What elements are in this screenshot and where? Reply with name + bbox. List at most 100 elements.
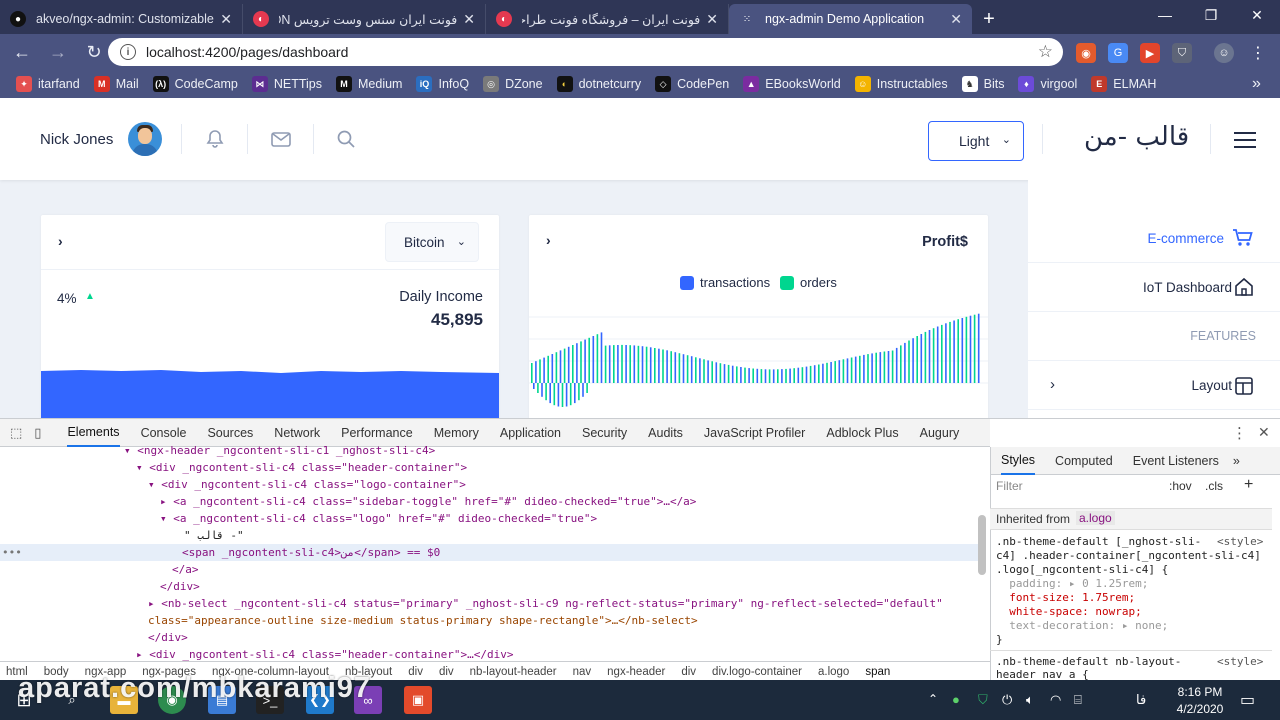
clock-date[interactable]: 4/2/2020	[1168, 702, 1232, 716]
bookmark-virgool[interactable]: ♦ virgool	[1018, 76, 1077, 92]
forward-arrow-icon[interactable]: →	[42, 36, 74, 68]
close-icon[interactable]: ✕	[950, 11, 962, 28]
sidebar-item-iot-dashboard[interactable]: IoT Dashboard	[1028, 264, 1280, 312]
user-name[interactable]: Nick Jones	[40, 131, 113, 148]
maximize-icon[interactable]: ❐	[1188, 0, 1234, 30]
css-rule-line[interactable]: c4] .header-container[_ngcontent-sli-c4]	[996, 549, 1261, 563]
tab-application[interactable]: Application	[500, 426, 561, 440]
app-icon[interactable]: ▣	[404, 686, 432, 714]
dom-line[interactable]: </a>	[172, 561, 199, 578]
info-icon[interactable]: i	[120, 44, 136, 60]
inspect-icon[interactable]: ⬚	[10, 425, 22, 441]
bookmark-mail[interactable]: M Mail	[93, 76, 139, 92]
tab-event-listeners[interactable]: Event Listeners	[1133, 454, 1219, 468]
devtools-close-icon[interactable]: ✕	[1258, 424, 1270, 441]
breadcrumb-item[interactable]: ngx-header	[607, 666, 665, 678]
tab-styles[interactable]: Styles	[1001, 447, 1036, 475]
browser-tab-3[interactable]: ◐ فونت ایران – فروشگاه فونت طراحی ✕	[486, 4, 729, 34]
css-property-text-decoration[interactable]: text-decoration: ▸ none;	[996, 619, 1168, 633]
shield-icon[interactable]: ⛉	[1172, 43, 1192, 63]
styles-filter-input[interactable]: Filter	[996, 479, 1156, 495]
close-icon[interactable]: ✕	[706, 11, 718, 28]
tab-console[interactable]: Console	[141, 426, 187, 440]
tab-sources[interactable]: Sources	[207, 426, 253, 440]
devtools-menu-dots-icon[interactable]: ⋮	[1232, 424, 1247, 442]
dom-line[interactable]: class="appearance-outline size-medium st…	[148, 612, 698, 629]
window-close-icon[interactable]: ✕	[1234, 0, 1280, 30]
browser-tab-2[interactable]: ◐ فونت ایران سنس وست ترویس DN ✕	[243, 4, 486, 34]
dom-scrollbar[interactable]	[978, 515, 986, 575]
menu-toggle-icon[interactable]	[1234, 132, 1256, 148]
tab-performance[interactable]: Performance	[341, 426, 413, 440]
url-field[interactable]: i localhost:4200/pages/dashboard ☆	[108, 38, 1063, 66]
currency-select[interactable]: Bitcoin ⌄	[385, 222, 479, 262]
sidebar-item-layout[interactable]: › Layout	[1028, 362, 1280, 410]
chevron-right-icon[interactable]: ›	[58, 233, 63, 249]
star-icon[interactable]: ☆	[1038, 42, 1053, 62]
css-source-link[interactable]: <style>	[1217, 655, 1263, 668]
more-bookmarks-icon[interactable]: »	[1252, 75, 1261, 93]
clock-time[interactable]: 8:16 PM	[1170, 685, 1230, 699]
add-rule-icon[interactable]: +	[1244, 476, 1253, 494]
bookmark-medium[interactable]: M Medium	[336, 76, 402, 92]
tab-memory[interactable]: Memory	[434, 426, 479, 440]
tab-security[interactable]: Security	[582, 426, 627, 440]
chevron-right-icon[interactable]: ›	[546, 232, 551, 248]
tab-network[interactable]: Network	[274, 426, 320, 440]
css-property-white-space[interactable]: white-space: nowrap;	[996, 605, 1141, 619]
tray-chevron-icon[interactable]: ⌃	[928, 692, 938, 706]
reload-icon[interactable]: ↻	[78, 36, 110, 68]
bookmark-dotnetcurry[interactable]: ◐ dotnetcurry	[556, 76, 641, 92]
dom-line[interactable]: ▾ <div _ngcontent-sli-c4 class="logo-con…	[148, 476, 466, 493]
theme-select[interactable]: Light ⌄	[928, 121, 1024, 161]
device-toolbar-icon[interactable]: ▯	[34, 425, 41, 441]
volume-icon[interactable]: 🔈︎	[1026, 692, 1034, 708]
css-property-font-size[interactable]: font-size: 1.75rem;	[996, 591, 1135, 605]
tab-audits[interactable]: Audits	[648, 426, 683, 440]
tray-icon[interactable]: ⌸	[1074, 692, 1082, 708]
bell-icon[interactable]	[205, 129, 225, 154]
dom-selected-row[interactable]	[0, 544, 978, 561]
more-tabs-icon[interactable]: »	[1233, 454, 1240, 468]
breadcrumb-item[interactable]: div	[439, 666, 454, 678]
css-rule-line[interactable]: .nb-theme-default [_nghost-sli-	[996, 535, 1201, 549]
tray-icon[interactable]: ⏻	[1002, 692, 1012, 708]
wifi-icon[interactable]: ◠	[1050, 692, 1061, 708]
tab-js-profiler[interactable]: JavaScript Profiler	[704, 426, 805, 440]
extension-icon[interactable]: ▶	[1140, 43, 1160, 63]
bookmark-nettips[interactable]: ⋈ NETTips	[251, 76, 322, 92]
bookmark-codecamp[interactable]: (λ) CodeCamp	[152, 76, 238, 92]
search-icon[interactable]	[336, 129, 356, 154]
bookmark-infoq[interactable]: iQ InfoQ	[416, 76, 469, 92]
cls-toggle[interactable]: .cls	[1205, 479, 1223, 493]
dom-line[interactable]: ▸ <nb-select _ngcontent-sli-c4 status="p…	[148, 595, 943, 612]
app-logo[interactable]: قالب -من	[1084, 122, 1189, 152]
tray-shield-icon[interactable]: ⛉	[978, 692, 988, 708]
css-rule-line[interactable]: .nb-theme-default nb-layout-	[996, 655, 1181, 669]
breadcrumb-item[interactable]: nb-layout-header	[470, 666, 557, 678]
menu-dots-icon[interactable]: ⋮	[1248, 43, 1268, 63]
hov-toggle[interactable]: :hov	[1169, 479, 1192, 493]
profile-avatar-icon[interactable]: ☺	[1214, 43, 1234, 63]
translate-icon[interactable]: G	[1108, 43, 1128, 63]
css-property-padding[interactable]: padding: ▸ 0 1.25rem;	[996, 577, 1148, 591]
browser-tab-1[interactable]: ● akveo/ngx-admin: Customizable ✕	[0, 4, 243, 34]
dom-line-selected[interactable]: <span _ngcontent-sli-c4>من</span> == $0	[182, 544, 440, 561]
tab-augury[interactable]: Augury	[920, 426, 960, 440]
avatar[interactable]	[128, 122, 162, 156]
extension-icon[interactable]: ◉	[1076, 43, 1096, 63]
bookmark-instructables[interactable]: ☺ Instructables	[854, 76, 948, 92]
dom-text-node[interactable]: " قالب -"	[184, 527, 244, 544]
back-arrow-icon[interactable]: ←	[6, 36, 38, 68]
bookmark-itarfand[interactable]: ✦ itarfand	[16, 76, 80, 92]
tab-elements[interactable]: Elements	[67, 419, 120, 447]
dom-line[interactable]: ▾ <div _ngcontent-sli-c4 class="header-c…	[136, 459, 467, 476]
bookmark-codepen[interactable]: ◇ CodePen	[655, 76, 729, 92]
close-icon[interactable]: ✕	[463, 11, 475, 28]
close-icon[interactable]: ✕	[220, 11, 232, 28]
breadcrumb-item[interactable]: div	[681, 666, 696, 678]
breadcrumb-item[interactable]: a.logo	[818, 666, 849, 678]
bookmark-dzone[interactable]: ◎ DZone	[483, 76, 543, 92]
dom-line[interactable]: ▸ <a _ngcontent-sli-c4 class="sidebar-to…	[160, 493, 696, 510]
dom-line[interactable]: ▾ <a _ngcontent-sli-c4 class="logo" href…	[160, 510, 597, 527]
